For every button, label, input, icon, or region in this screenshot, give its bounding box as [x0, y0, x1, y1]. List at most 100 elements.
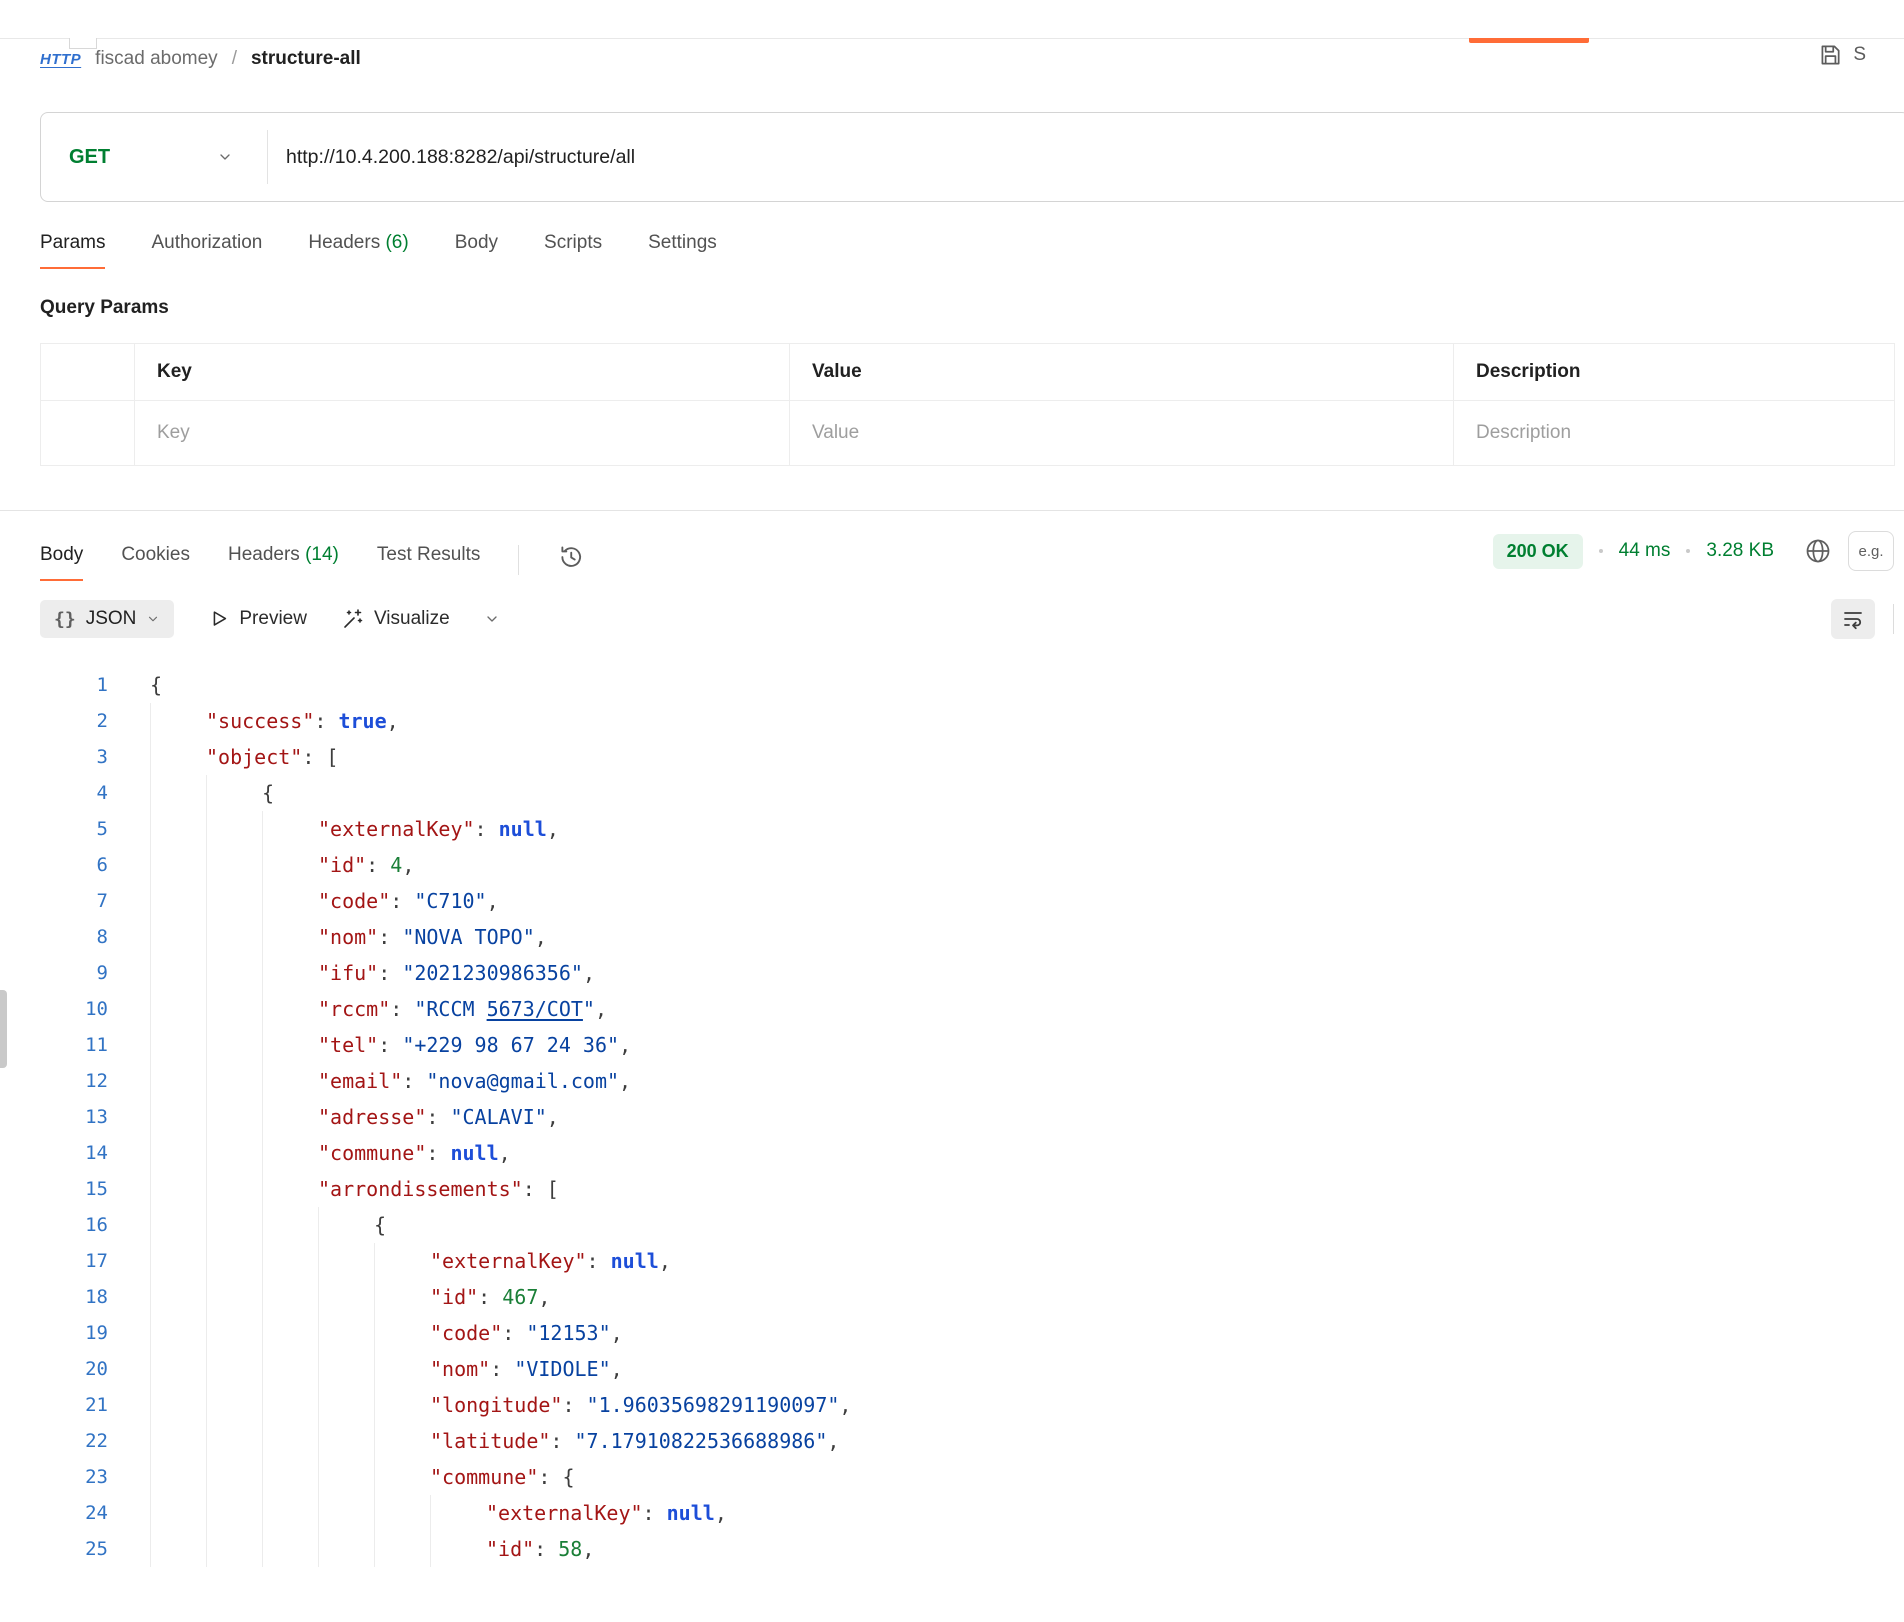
code-token: : {	[538, 1459, 574, 1495]
code-token: "12153"	[526, 1315, 610, 1351]
sidebar-drag-handle[interactable]	[0, 990, 7, 1068]
response-history-button[interactable]	[557, 543, 585, 581]
indent-guide	[150, 1423, 206, 1459]
breadcrumb-request-name[interactable]: structure-all	[251, 48, 361, 70]
code-line: 15"arrondissements": [	[0, 1171, 1904, 1207]
response-size[interactable]: 3.28 KB	[1706, 540, 1774, 562]
query-params-entry-row	[41, 401, 1894, 465]
tab-headers-count: (6)	[385, 232, 408, 253]
param-key-input[interactable]	[157, 422, 767, 444]
indent-guide	[150, 1135, 206, 1171]
indent-guide	[150, 1531, 206, 1567]
param-value-input[interactable]	[812, 422, 1431, 444]
indent-guide	[430, 1531, 486, 1567]
code-line: 8"nom": "NOVA TOPO",	[0, 919, 1904, 955]
indent-guide	[150, 703, 206, 739]
code-token: ,	[827, 1423, 839, 1459]
format-dropdown[interactable]: {} JSON	[40, 600, 174, 638]
preview-button[interactable]: Preview	[208, 608, 307, 630]
code-line: 17"externalKey": null,	[0, 1243, 1904, 1279]
magic-wand-icon	[341, 607, 365, 631]
indent-guide	[318, 1207, 374, 1243]
indent-guide	[206, 1135, 262, 1171]
wrap-text-button[interactable]	[1831, 599, 1875, 639]
row-select-cell	[41, 401, 135, 465]
tab-body[interactable]: Body	[455, 232, 498, 269]
response-time[interactable]: 44 ms	[1619, 540, 1671, 562]
tab-authorization[interactable]: Authorization	[151, 232, 262, 269]
line-number: 10	[0, 991, 108, 1027]
indent-guide	[318, 1531, 374, 1567]
response-meta: 200 OK 44 ms 3.28 KB e.g.	[1493, 531, 1894, 581]
line-number: 1	[0, 667, 108, 703]
indent-guide	[262, 1063, 318, 1099]
response-tab-test-results[interactable]: Test Results	[377, 544, 480, 581]
tab-settings[interactable]: Settings	[648, 232, 717, 269]
app-window: HTTP fiscad abomey / structure-all S GET	[0, 38, 1904, 1622]
code-line: 6"id": 4,	[0, 847, 1904, 883]
status-badge[interactable]: 200 OK	[1493, 534, 1583, 569]
response-toolbar-left: {} JSON Preview	[40, 600, 500, 638]
meta-dot	[1686, 549, 1690, 553]
method-label: GET	[69, 146, 110, 169]
code-line: 23"commune": {	[0, 1459, 1904, 1495]
code-token: :	[550, 1423, 574, 1459]
save-example-button[interactable]: e.g.	[1848, 531, 1894, 571]
url-input[interactable]	[268, 146, 1904, 169]
param-description-input[interactable]	[1476, 422, 1872, 444]
indent-guide	[262, 1423, 318, 1459]
code-token: ,	[487, 883, 499, 919]
indent-guide	[318, 1459, 374, 1495]
code-token: "nom"	[318, 919, 378, 955]
indent-guide	[262, 1459, 318, 1495]
request-tabs: Params Authorization Headers (6) Body Sc…	[40, 232, 1904, 269]
code-token: "rccm"	[318, 991, 390, 1027]
save-button[interactable]: S	[1817, 42, 1866, 68]
tab-params[interactable]: Params	[40, 232, 105, 269]
meta-dot	[1599, 549, 1603, 553]
method-select[interactable]: GET	[41, 113, 267, 201]
chevron-down-icon	[146, 612, 160, 626]
save-label-partial[interactable]: S	[1853, 44, 1866, 66]
code-token: :	[490, 1351, 514, 1387]
chevron-down-icon	[217, 149, 233, 165]
tab-headers[interactable]: Headers (6)	[308, 232, 408, 269]
visualize-options-button[interactable]	[484, 611, 500, 627]
indent-guide	[206, 1315, 262, 1351]
indent-guide	[150, 991, 206, 1027]
indent-guide	[262, 1279, 318, 1315]
code-line: 25"id": 58,	[0, 1531, 1904, 1567]
indent-guide	[206, 1387, 262, 1423]
indent-guide	[206, 1099, 262, 1135]
code-token: "object"	[206, 739, 302, 775]
code-token: :	[478, 1279, 502, 1315]
code-line: 24"externalKey": null,	[0, 1495, 1904, 1531]
code-token: : [	[523, 1171, 559, 1207]
visualize-button[interactable]: Visualize	[341, 607, 450, 631]
save-example-label: e.g.	[1858, 543, 1883, 560]
tab-scripts[interactable]: Scripts	[544, 232, 602, 269]
line-number: 14	[0, 1135, 108, 1171]
code-token: "latitude"	[430, 1423, 550, 1459]
response-tab-headers[interactable]: Headers (14)	[228, 544, 339, 581]
indent-guide	[206, 1495, 262, 1531]
code-line: 7"code": "C710",	[0, 883, 1904, 919]
response-tab-body[interactable]: Body	[40, 544, 83, 581]
code-token: "commune"	[430, 1459, 538, 1495]
save-icon[interactable]	[1817, 42, 1843, 68]
line-number: 13	[0, 1099, 108, 1135]
code-token: "CALAVI"	[450, 1099, 546, 1135]
indent-guide	[262, 1351, 318, 1387]
indent-guide	[318, 1387, 374, 1423]
code-token: "adresse"	[318, 1099, 426, 1135]
response-tab-cookies[interactable]: Cookies	[121, 544, 190, 581]
code-token: 58	[558, 1531, 582, 1567]
query-params-table: Key Value Description	[40, 343, 1895, 466]
column-select-header	[41, 344, 135, 400]
code-token: "id"	[430, 1279, 478, 1315]
play-icon	[208, 608, 230, 630]
globe-icon[interactable]	[1804, 537, 1832, 565]
response-body-code[interactable]: 1{2"success": true,3"object": [4{5"exter…	[0, 667, 1904, 1567]
breadcrumb-collection[interactable]: fiscad abomey	[95, 48, 218, 70]
indent-guide	[262, 847, 318, 883]
